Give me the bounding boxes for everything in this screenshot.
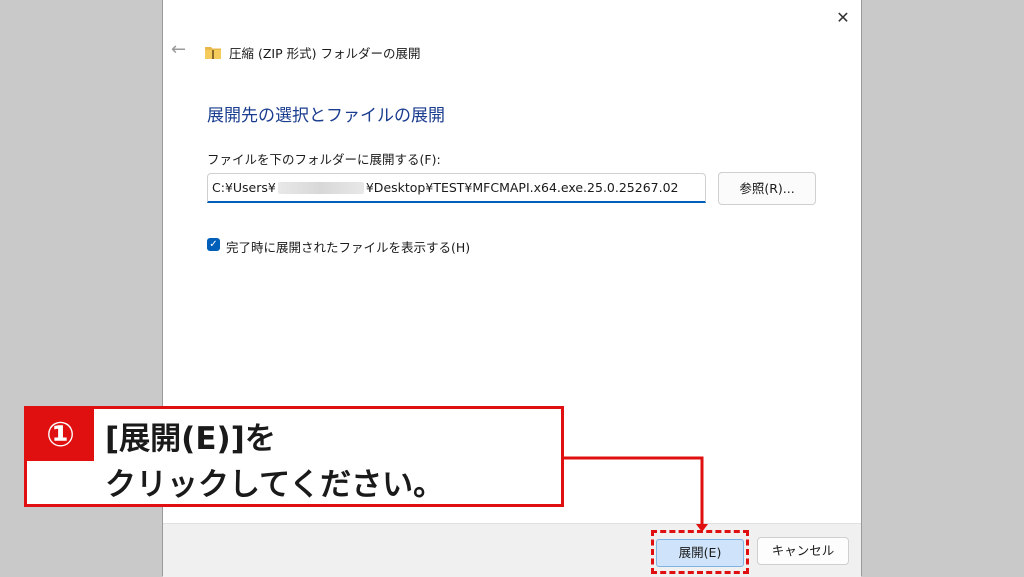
close-icon[interactable]: ✕ [831, 6, 855, 30]
redacted-username [277, 181, 364, 194]
extract-button[interactable]: 展開(E) [656, 539, 744, 567]
dialog-title: 圧縮 (ZIP 形式) フォルダーの展開 [229, 46, 421, 61]
instruction-callout: ① [展開(E)]を クリックしてください。 [24, 406, 564, 507]
section-heading: 展開先の選択とファイルの展開 [207, 106, 445, 126]
callout-text-line2: クリックしてください。 [105, 467, 445, 503]
path-suffix: ¥Desktop¥TEST¥MFCMAPI.x64.exe.25.0.25267… [365, 179, 679, 195]
destination-label: ファイルを下のフォルダーに展開する(F): [207, 152, 441, 167]
zip-folder-icon [205, 44, 221, 59]
step-number-badge: ① [27, 409, 94, 461]
arrow-left-icon[interactable]: ← [171, 40, 191, 60]
show-files-checkbox[interactable]: ✓ [207, 238, 220, 251]
callout-text-line1: [展開(E)]を [105, 421, 276, 457]
destination-path-input[interactable]: C:¥Users¥ ¥Desktop¥TEST¥MFCMAPI.x64.exe.… [207, 173, 706, 203]
show-files-label: 完了時に展開されたファイルを表示する(H) [226, 240, 471, 255]
browse-button[interactable]: 参照(R)... [718, 172, 816, 205]
cancel-button[interactable]: キャンセル [757, 537, 849, 565]
path-prefix: C:¥Users¥ [212, 179, 276, 195]
